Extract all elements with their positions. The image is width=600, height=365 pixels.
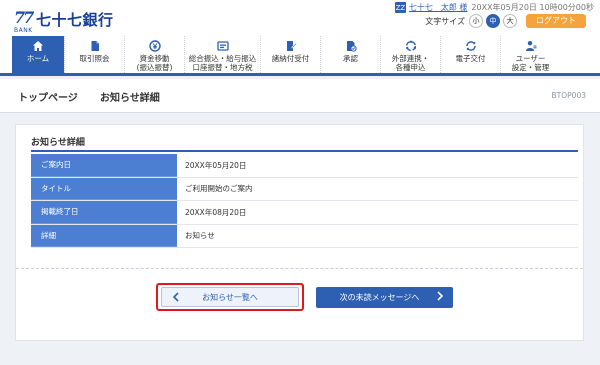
panel-title: お知らせ詳細 bbox=[31, 138, 85, 148]
table-row: 詳細 お知らせ bbox=[31, 224, 578, 248]
nav-home-label: ホーム bbox=[26, 54, 50, 63]
user-info: ZZ 七十七 太郎 様 20XX年05月20日 10時00分00秒 bbox=[394, 2, 594, 13]
nav-electronic-delivery[interactable]: 電子交付 bbox=[440, 36, 500, 73]
row-value: ご利用開始のご案内 bbox=[185, 184, 253, 194]
user-name-link[interactable]: 七十七 太郎 様 bbox=[409, 2, 468, 13]
font-size-small-button[interactable]: 小 bbox=[469, 14, 483, 28]
next-button-label: 次の未読メッセージへ bbox=[339, 293, 420, 302]
back-to-notice-list-button[interactable]: お知らせ一覧へ bbox=[161, 287, 299, 307]
font-size-medium-button[interactable]: 中 bbox=[486, 14, 500, 28]
breadcrumb-top-page[interactable]: トップページ bbox=[18, 89, 78, 104]
card-icon bbox=[216, 40, 229, 52]
row-label: タイトル bbox=[31, 177, 177, 200]
font-size-label: 文字サイズ bbox=[425, 16, 465, 26]
logo-text: 七十七銀行 bbox=[36, 11, 114, 29]
table-row: タイトル ご利用開始のご案内 bbox=[31, 177, 578, 201]
row-label: 掲載終了日 bbox=[31, 201, 177, 224]
chevron-right-icon bbox=[436, 291, 444, 304]
row-value: お知らせ bbox=[185, 231, 215, 241]
document-icon bbox=[89, 40, 101, 52]
nav-user-settings-label: ユーザー 設定・管理 bbox=[511, 54, 550, 72]
nav-electronic-delivery-label: 電子交付 bbox=[455, 54, 486, 63]
nav-fund-transfer[interactable]: 資金移動 (振込振替) bbox=[124, 36, 184, 73]
row-value: 20XX年08月20日 bbox=[185, 207, 247, 217]
user-badge-icon: ZZ bbox=[394, 2, 406, 13]
nav-approval-label: 承認 bbox=[343, 54, 358, 63]
next-unread-message-button[interactable]: 次の未読メッセージへ bbox=[316, 287, 453, 308]
notice-detail-table: ご案内日 20XX年05月20日 タイトル ご利用開始のご案内 掲載終了日 20… bbox=[31, 154, 578, 248]
row-label: 詳細 bbox=[31, 224, 177, 247]
row-value: 20XX年05月20日 bbox=[185, 160, 247, 170]
yen-transfer-icon bbox=[148, 40, 161, 52]
last-login-time: 20XX年05月20日 10時00分00秒 bbox=[471, 3, 594, 12]
nav-home[interactable]: ホーム bbox=[12, 36, 64, 73]
nav-bulk-transfer-label: 総合振込・給与振込 口座振替・地方税 bbox=[188, 54, 257, 72]
table-row: ご案内日 20XX年05月20日 bbox=[31, 154, 578, 178]
font-size-large-button[interactable]: 大 bbox=[503, 14, 517, 28]
back-button-label: お知らせ一覧へ bbox=[202, 292, 258, 302]
logo-bank-text: BANK bbox=[14, 27, 33, 34]
page-title: お知らせ詳細 bbox=[100, 93, 160, 104]
font-size-controls: 文字サイズ 小 中 大 ログアウト bbox=[425, 14, 586, 28]
screen-id: BTOP003 bbox=[551, 91, 586, 100]
panel-divider bbox=[16, 268, 583, 269]
table-row: 掲載終了日 20XX年08月20日 bbox=[31, 201, 578, 225]
logout-button[interactable]: ログアウト bbox=[526, 14, 586, 28]
nav-user-settings[interactable]: ユーザー 設定・管理 bbox=[500, 36, 560, 73]
link-icon bbox=[405, 40, 417, 52]
logo-mark: 77 BANK bbox=[14, 8, 34, 35]
nav-approval[interactable]: 承認 bbox=[320, 36, 380, 73]
global-nav: ホーム 取引照会 資金移動 (振込振替) 総合振込・給与振込 口座振替・地方税 … bbox=[0, 36, 600, 76]
app-header: 77 BANK 七十七銀行 ZZ 七十七 太郎 様 20XX年05月20日 10… bbox=[0, 0, 600, 36]
approval-icon bbox=[345, 40, 357, 52]
nav-payment-acceptance[interactable]: 諸納付受付 bbox=[260, 36, 320, 73]
nav-payment-acceptance-label: 諸納付受付 bbox=[271, 54, 310, 63]
edit-document-icon bbox=[285, 40, 297, 52]
page-title-bar: トップページ お知らせ詳細 BTOP003 bbox=[0, 79, 600, 113]
bank-logo[interactable]: 77 BANK 七十七銀行 bbox=[14, 8, 114, 35]
nav-external-link-label: 外部連携・ 各種申込 bbox=[391, 54, 430, 72]
nav-transaction-inquiry[interactable]: 取引照会 bbox=[64, 36, 124, 73]
user-settings-icon bbox=[525, 40, 537, 52]
sync-icon bbox=[465, 40, 477, 52]
logo-number: 77 bbox=[14, 8, 34, 27]
home-icon bbox=[32, 40, 44, 52]
nav-external-link[interactable]: 外部連携・ 各種申込 bbox=[380, 36, 440, 73]
notice-detail-panel: お知らせ詳細 ご案内日 20XX年05月20日 タイトル ご利用開始のご案内 掲… bbox=[15, 124, 584, 341]
panel-title-rule bbox=[31, 150, 578, 152]
nav-bulk-transfer[interactable]: 総合振込・給与振込 口座振替・地方税 bbox=[184, 36, 260, 73]
chevron-left-icon bbox=[172, 292, 180, 305]
row-label: ご案内日 bbox=[31, 154, 177, 177]
nav-fund-transfer-label: 資金移動 (振込振替) bbox=[136, 54, 173, 72]
nav-transaction-inquiry-label: 取引照会 bbox=[79, 54, 110, 63]
